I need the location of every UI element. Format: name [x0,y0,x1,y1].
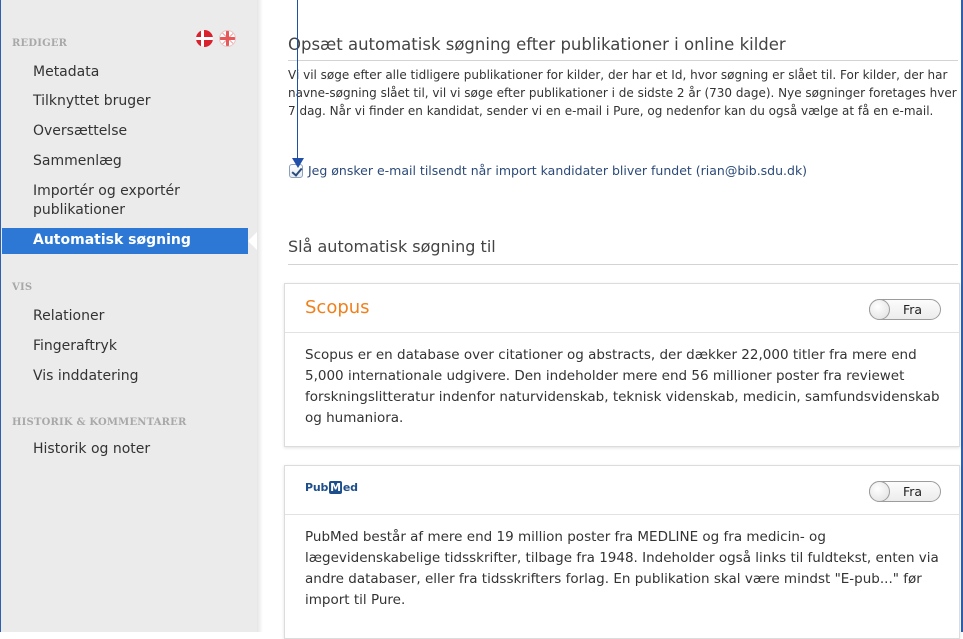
sidebar-item-fingeraftryk[interactable]: Fingeraftryk [33,337,253,356]
sidebar-item-metadata[interactable]: Metadata [33,63,253,82]
sidebar-item-vis-inddatering[interactable]: Vis inddatering [33,367,253,386]
card-header: Scopus Fra [285,284,959,333]
section-title-edit: REDIGER [12,38,68,49]
main-content: Opsæt automatisk søgning efter publikati… [272,0,960,639]
scopus-title: Scopus [305,297,370,318]
annotation-arrow-head-icon [292,158,304,168]
sidebar-item-tilknyttet-bruger[interactable]: Tilknyttet bruger [33,92,253,111]
sidebar-item-oversaettelse[interactable]: Oversættelse [33,122,253,141]
pubmed-logo: Pub Med [305,481,358,494]
toggle-knob [869,481,890,502]
section-title-history: HISTORIK & KOMMENTARER [12,417,187,428]
sidebar-item-sammenlaeg[interactable]: Sammenlæg [33,152,253,171]
divider [288,60,958,61]
scopus-description: Scopus er en database over citationer og… [305,347,940,426]
sidebar-item-relationer[interactable]: Relationer [33,307,253,326]
section-subtitle: Slå automatisk søgning til [288,237,496,256]
toggle-label: Fra [903,302,923,317]
toggle-label: Fra [903,484,923,499]
pubmed-description: PubMed består af mere end 19 million pos… [305,529,939,608]
sidebar-item-label: Automatisk søgning [33,232,191,248]
pubmed-card: Pub Med Fra PubMed består af mere end 19 … [284,465,960,639]
card-header: Pub Med Fra [285,466,959,515]
sidebar-shadow [257,0,263,632]
scopus-toggle[interactable]: Fra [869,299,941,320]
page-title: Opsæt automatisk søgning efter publikati… [288,35,786,54]
section-title-view: VIS [12,282,33,293]
annotation-arrow-line [297,0,298,160]
pubmed-toggle[interactable]: Fra [869,481,941,502]
email-notification-label[interactable]: Jeg ønsker e-mail tilsendt når import ka… [308,163,807,178]
danish-flag-icon[interactable] [196,30,213,47]
search-description: Vi vil søge efter alle tidligere publika… [288,68,957,118]
sidebar-item-historik-og-noter[interactable]: Historik og noter [33,440,253,459]
sidebar-item-import-export[interactable]: Importér og exportér publikationer [33,182,253,220]
uk-flag-icon[interactable] [219,30,236,47]
sidebar-item-automatisk-soegning[interactable]: Automatisk søgning [2,228,257,254]
sidebar: REDIGER Metadata Tilknyttet bruger Overs… [1,0,257,632]
scopus-card: Scopus Fra Scopus er en database over ci… [284,283,960,447]
divider [288,264,958,265]
toggle-knob [869,299,890,320]
